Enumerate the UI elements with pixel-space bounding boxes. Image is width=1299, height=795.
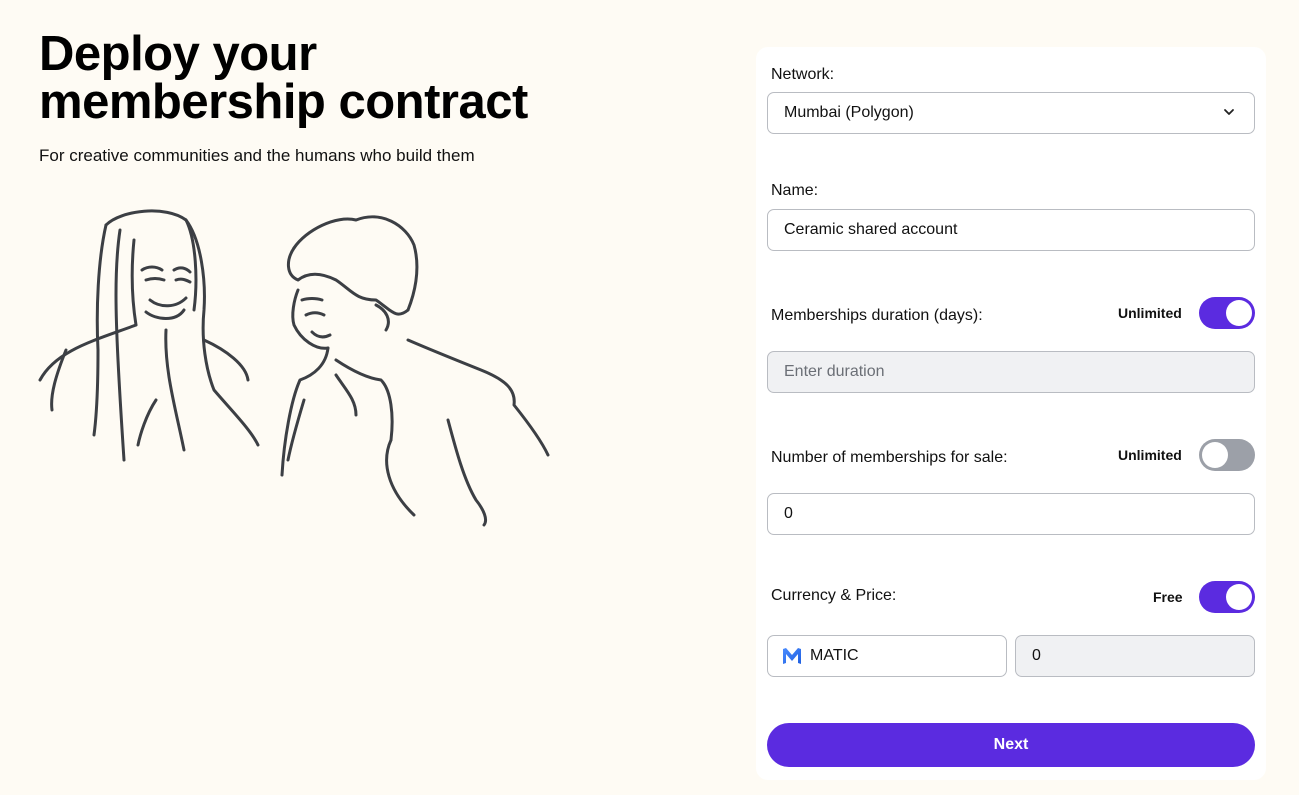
currency-value: MATIC [810,647,859,664]
deploy-form-card: Network: Mumbai (Polygon) Name: Ceramic … [756,47,1266,780]
toggle-knob [1226,300,1252,326]
name-input-value: Ceramic shared account [784,221,958,238]
duration-input: Enter duration [767,351,1255,393]
network-label: Network: [771,66,835,83]
page-subtitle: For creative communities and the humans … [39,146,475,165]
matic-icon [782,647,802,665]
toggle-knob [1226,584,1252,610]
currency-select[interactable]: MATIC [767,635,1007,677]
price-label: Currency & Price: [771,587,897,604]
toggle-knob [1202,442,1228,468]
page-title: Deploy your membership contract [39,27,528,129]
people-illustration [38,209,550,527]
network-select[interactable]: Mumbai (Polygon) [767,92,1255,134]
duration-placeholder: Enter duration [784,363,885,380]
chevron-down-icon [1224,109,1234,115]
quantity-input[interactable]: 0 [767,493,1255,535]
price-input: 0 [1015,635,1255,677]
quantity-unlimited-toggle[interactable] [1199,439,1255,471]
price-free-toggle[interactable] [1199,581,1255,613]
name-label: Name: [771,182,819,199]
quantity-label: Number of memberships for sale: [771,449,1008,466]
quantity-input-value: 0 [784,505,793,522]
duration-unlimited-toggle[interactable] [1199,297,1255,329]
name-input[interactable]: Ceramic shared account [767,209,1255,251]
duration-label: Memberships duration (days): [771,307,983,324]
next-button[interactable]: Next [767,723,1255,767]
quantity-unlimited-label: Unlimited [1118,447,1182,463]
network-select-value: Mumbai (Polygon) [784,104,914,121]
price-input-value: 0 [1032,647,1041,664]
duration-unlimited-label: Unlimited [1118,305,1182,321]
price-free-label: Free [1153,589,1183,605]
